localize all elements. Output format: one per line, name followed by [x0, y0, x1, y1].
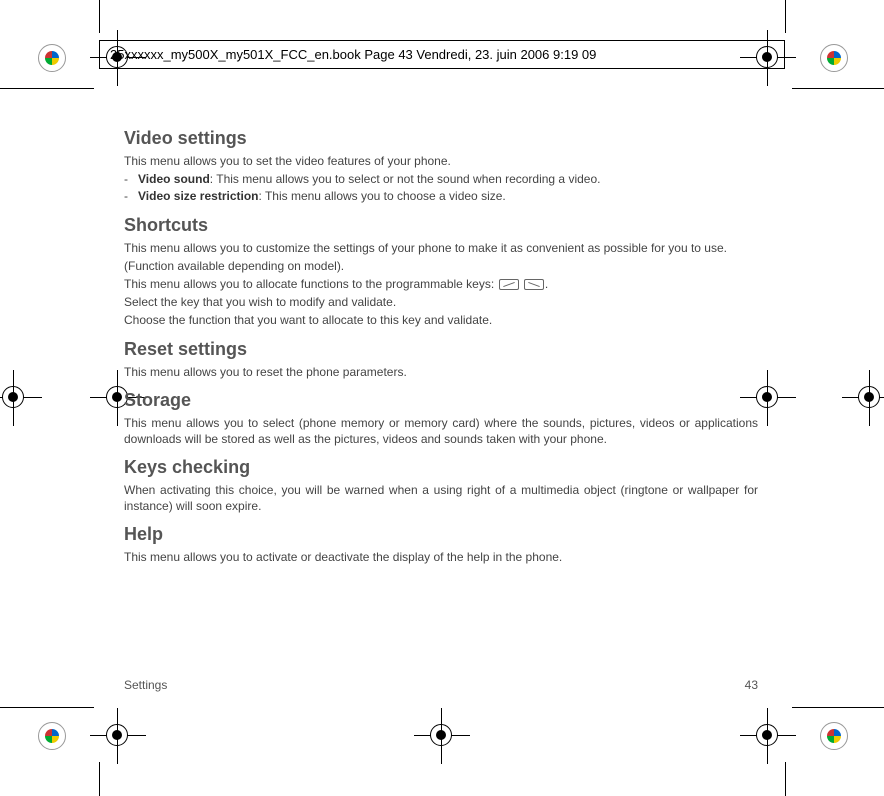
shortcuts-p3a: This menu allows you to allocate functio… [124, 277, 498, 291]
page-content: Video settings This menu allows you to s… [124, 128, 758, 568]
registration-mark-top-right [820, 44, 848, 72]
shortcuts-p4: Select the key that you wish to modify a… [124, 294, 758, 310]
heading-reset: Reset settings [124, 339, 758, 360]
video-sound-label: Video sound [138, 172, 210, 186]
keys-p1: When activating this choice, you will be… [124, 482, 758, 514]
video-sound-desc: : This menu allows you to select or not … [210, 172, 601, 186]
shortcuts-p5: Choose the function that you want to all… [124, 312, 758, 328]
softkey-left-icon [499, 279, 519, 290]
heading-keys-checking: Keys checking [124, 457, 758, 478]
crosshair-mark [842, 370, 884, 426]
storage-p1: This menu allows you to select (phone me… [124, 415, 758, 447]
video-size-label: Video size restriction [138, 189, 259, 203]
crosshair-mark [740, 708, 796, 764]
video-intro: This menu allows you to set the video fe… [124, 153, 758, 169]
heading-shortcuts: Shortcuts [124, 215, 758, 236]
heading-storage: Storage [124, 390, 758, 411]
page-footer: Settings 43 [124, 678, 758, 692]
heading-video-settings: Video settings [124, 128, 758, 149]
shortcuts-p3: This menu allows you to allocate functio… [124, 276, 758, 292]
registration-mark-bottom-right [820, 722, 848, 750]
shortcuts-p2: (Function available depending on model). [124, 258, 758, 274]
footer-page-number: 43 [745, 678, 758, 692]
softkey-right-icon [524, 279, 544, 290]
crosshair-mark [0, 370, 42, 426]
registration-mark-bottom-left [38, 722, 66, 750]
video-item-size: Video size restriction: This menu allows… [124, 188, 758, 204]
reset-p1: This menu allows you to reset the phone … [124, 364, 758, 380]
heading-help: Help [124, 524, 758, 545]
banner-text: 25xxxxxx_my500X_my501X_FCC_en.book Page … [110, 47, 596, 62]
crosshair-mark [414, 708, 470, 764]
help-p1: This menu allows you to activate or deac… [124, 549, 758, 565]
registration-mark-top-left [38, 44, 66, 72]
crosshair-mark [90, 708, 146, 764]
shortcuts-p1: This menu allows you to customize the se… [124, 240, 758, 256]
video-item-sound: Video sound: This menu allows you to sel… [124, 171, 758, 187]
shortcuts-p3b: . [545, 277, 548, 291]
print-header-banner: 25xxxxxx_my500X_my501X_FCC_en.book Page … [99, 40, 785, 69]
footer-section-name: Settings [124, 678, 167, 692]
video-size-desc: : This menu allows you to choose a video… [259, 189, 506, 203]
